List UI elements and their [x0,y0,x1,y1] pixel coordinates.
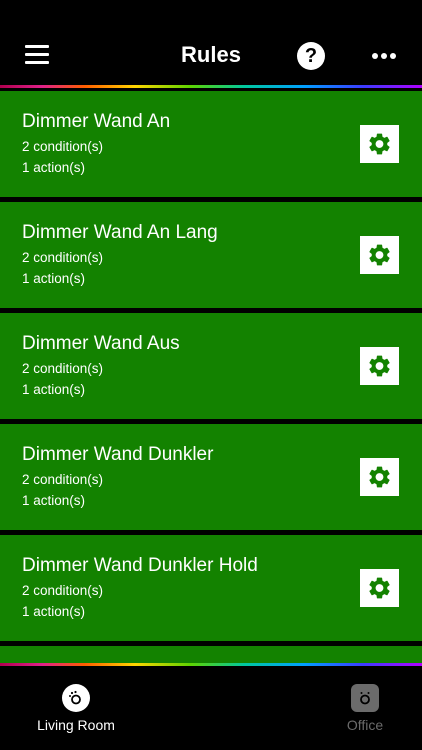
rule-conditions: 2 condition(s) [22,472,104,487]
rule-actions: 1 action(s) [22,604,86,619]
tab-label: Office [346,717,384,733]
rule-name: Dimmer Wand Dunkler Hold [22,555,258,576]
rules-screen: Rules ? Dimmer Wand An 2 condition(s) 1 … [0,0,422,750]
rule-item[interactable]: Dimmer Wand Dunkler Hold 2 condition(s) … [0,535,422,641]
help-icon[interactable]: ? [297,42,325,70]
rule-item-partial[interactable] [0,646,422,663]
tab-living-room[interactable]: Living Room [0,666,156,750]
rule-settings-button[interactable] [360,125,399,163]
rule-name: Dimmer Wand Aus [22,333,180,354]
rule-name: Dimmer Wand Dunkler [22,444,214,465]
living-room-icon [62,684,90,712]
tab-label: Living Room [37,717,115,733]
rule-item[interactable]: Dimmer Wand Aus 2 condition(s) 1 action(… [0,313,422,419]
rule-name: Dimmer Wand An [22,111,171,132]
rule-actions: 1 action(s) [22,493,86,508]
rule-conditions: 2 condition(s) [22,250,104,265]
gear-icon [369,466,390,488]
rule-settings-button[interactable] [360,236,399,274]
rule-settings-button[interactable] [360,458,399,496]
rule-conditions: 2 condition(s) [22,583,104,598]
gear-icon [369,355,390,377]
rule-item[interactable]: Dimmer Wand Dunkler 2 condition(s) 1 act… [0,424,422,530]
tab-office[interactable]: Office [285,666,422,750]
header: Rules ? [0,0,422,85]
more-options-icon[interactable] [372,53,396,59]
rule-settings-button[interactable] [360,569,399,607]
rule-settings-button[interactable] [360,347,399,385]
gear-icon [369,244,390,266]
gear-icon [369,133,390,155]
office-icon [351,684,379,712]
rule-actions: 1 action(s) [22,160,86,175]
header-divider [0,85,422,88]
rules-list[interactable]: Dimmer Wand An 2 condition(s) 1 action(s… [0,91,422,663]
gear-icon [369,577,390,599]
rule-actions: 1 action(s) [22,382,86,397]
tab-bar: Living Room Office [0,666,422,750]
rule-conditions: 2 condition(s) [22,361,104,376]
rule-item[interactable]: Dimmer Wand An Lang 2 condition(s) 1 act… [0,202,422,308]
page-title: Rules [181,42,241,67]
rule-name: Dimmer Wand An Lang [22,222,218,243]
rule-actions: 1 action(s) [22,271,86,286]
rule-item[interactable]: Dimmer Wand An 2 condition(s) 1 action(s… [0,91,422,197]
rule-conditions: 2 condition(s) [22,139,104,154]
